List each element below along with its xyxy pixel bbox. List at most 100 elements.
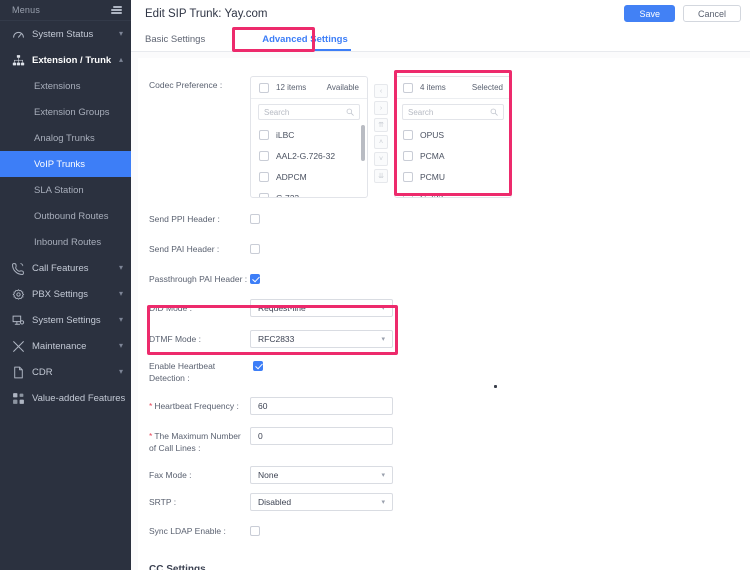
tools-icon	[11, 339, 25, 353]
codec-name: PCMU	[420, 171, 446, 182]
tab-basic-settings[interactable]: Basic Settings	[145, 34, 205, 51]
enable-heartbeat-detection-field	[253, 357, 750, 375]
codec-name: iLBC	[276, 129, 295, 140]
grid-icon	[11, 391, 25, 405]
sidebar-item-sla-station[interactable]: SLA Station	[0, 177, 131, 203]
move-up-button[interactable]: ˄	[374, 135, 388, 149]
passthrough-pai-header-checkbox[interactable]	[250, 273, 260, 284]
available-codecs-panel: 12 items Available Search iLBC AAL2-G.72…	[250, 76, 368, 198]
sidebar-item-extensions[interactable]: Extensions	[0, 73, 131, 99]
cancel-button[interactable]: Cancel	[682, 5, 741, 22]
dtmf-mode-select[interactable]: RFC2833 ▾	[250, 330, 393, 348]
list-item[interactable]: OPUS	[395, 124, 511, 145]
sidebar-item-value-added-features[interactable]: Value-added Features ▾	[0, 385, 131, 411]
codec-name: AAL2-G.726-32	[276, 150, 336, 161]
codec-name: OPUS	[420, 129, 445, 140]
settings-content: Codec Preference : 12 items Available Se…	[131, 52, 750, 570]
available-list-scrollbar[interactable]	[361, 125, 365, 161]
move-down-button[interactable]: ˅	[374, 152, 388, 166]
main-content: Edit SIP Trunk: Yay.com Save Cancel Basi…	[131, 0, 750, 570]
list-item[interactable]: iLBC	[251, 124, 367, 145]
sidebar-item-inbound-routes[interactable]: Inbound Routes	[0, 229, 131, 255]
codec-checkbox[interactable]	[403, 129, 413, 140]
send-pai-header-checkbox[interactable]	[250, 243, 260, 254]
send-ppi-header-checkbox[interactable]	[250, 213, 260, 224]
srtp-label: SRTP :	[149, 497, 177, 508]
did-mode-label: DID Mode :	[149, 303, 192, 313]
list-item[interactable]: G.723	[251, 187, 367, 197]
codec-checkbox[interactable]	[403, 192, 413, 197]
codec-checkbox[interactable]	[403, 171, 413, 182]
fax-mode-row: Fax Mode : None ▾	[138, 466, 750, 485]
sidebar-item-outbound-routes[interactable]: Outbound Routes	[0, 203, 131, 229]
codec-preference-row: Codec Preference : 12 items Available Se…	[138, 76, 750, 198]
heartbeat-frequency-row: * Heartbeat Frequency : 60	[138, 396, 750, 415]
phone-icon	[11, 261, 25, 275]
selected-codecs-panel: 4 items Selected Search OPUS PCMA PCMU	[394, 76, 512, 198]
sidebar-item-maintenance[interactable]: Maintenance ▾	[0, 333, 131, 359]
srtp-row: SRTP : Disabled ▾	[138, 493, 750, 512]
codec-checkbox[interactable]	[403, 150, 413, 161]
sidebar-item-cdr[interactable]: CDR ▾	[0, 359, 131, 385]
selected-select-all-checkbox[interactable]	[403, 82, 413, 93]
sidebar-item-call-features[interactable]: Call Features ▾	[0, 255, 131, 281]
available-select-all-checkbox[interactable]	[259, 82, 269, 93]
send-ppi-header-row: Send PPI Header :	[138, 210, 750, 228]
available-header: 12 items Available	[251, 77, 367, 99]
sync-ldap-field	[250, 522, 750, 540]
selected-codec-list[interactable]: OPUS PCMA PCMU G.722	[395, 122, 511, 197]
sidebar-item-pbx-settings[interactable]: PBX Settings ▾	[0, 281, 131, 307]
sidebar-item-system-status[interactable]: System Status ▾	[0, 21, 131, 47]
heartbeat-frequency-input[interactable]: 60	[250, 396, 393, 415]
chevron-down-icon: ▾	[381, 304, 385, 312]
list-item[interactable]: ADPCM	[251, 166, 367, 187]
sidebar-item-label: Value-added Features	[32, 392, 126, 404]
mouse-cursor	[494, 385, 497, 388]
codec-checkbox[interactable]	[259, 150, 269, 161]
available-search-input[interactable]: Search	[258, 104, 360, 120]
enable-heartbeat-detection-checkbox[interactable]	[253, 360, 263, 371]
selected-header: 4 items Selected	[395, 77, 511, 99]
save-button[interactable]: Save	[624, 5, 675, 22]
did-mode-select[interactable]: Request-line ▾	[250, 299, 393, 317]
list-item[interactable]: AAL2-G.726-32	[251, 145, 367, 166]
codec-checkbox[interactable]	[259, 192, 269, 197]
chevron-up-icon: ▴	[118, 55, 123, 64]
codec-checkbox[interactable]	[259, 171, 269, 182]
move-right-button[interactable]: ›	[374, 101, 388, 115]
list-item[interactable]: PCMA	[395, 145, 511, 166]
srtp-select[interactable]: Disabled ▾	[250, 493, 393, 512]
sidebar-item-label: Extension / Trunk	[32, 54, 112, 66]
chevron-down-icon: ▾	[118, 29, 123, 38]
send-ppi-header-field	[250, 210, 750, 228]
codec-checkbox[interactable]	[259, 129, 269, 140]
sync-ldap-checkbox[interactable]	[250, 526, 260, 537]
tab-advanced-settings[interactable]: Advanced Settings	[259, 34, 351, 51]
hamburger-icon[interactable]	[111, 6, 122, 14]
chevron-down-icon: ▾	[118, 367, 123, 376]
codec-name: G.722	[420, 193, 443, 198]
available-count: 12 items	[276, 83, 307, 92]
available-codec-list[interactable]: iLBC AAL2-G.726-32 ADPCM G.723	[251, 122, 367, 197]
sidebar-item-extension-groups[interactable]: Extension Groups	[0, 99, 131, 125]
did-mode-field: Request-line ▾	[250, 299, 750, 317]
move-bottom-button[interactable]: ⇊	[374, 169, 388, 183]
move-left-button[interactable]: ‹	[374, 84, 388, 98]
gear-icon	[11, 287, 25, 301]
monitor-gear-icon	[11, 313, 25, 327]
list-item[interactable]: PCMU	[395, 166, 511, 187]
sidebar-item-extension-trunk[interactable]: Extension / Trunk ▴	[0, 47, 131, 73]
selected-search-input[interactable]: Search	[402, 104, 504, 120]
list-item[interactable]: G.722	[395, 187, 511, 197]
transfer-buttons: ‹ › ⇈ ˄ ˅ ⇊	[368, 76, 394, 183]
move-top-button[interactable]: ⇈	[374, 118, 388, 132]
heartbeat-frequency-label: * Heartbeat Frequency :	[149, 397, 250, 412]
max-call-lines-input[interactable]: 0	[250, 426, 393, 445]
sidebar: Menus System Status ▾ Extension / Trunk …	[0, 0, 131, 570]
sidebar-item-voip-trunks[interactable]: VoIP Trunks	[0, 151, 131, 177]
codec-name: G.723	[276, 193, 299, 198]
fax-mode-select[interactable]: None ▾	[250, 466, 393, 485]
sidebar-item-analog-trunks[interactable]: Analog Trunks	[0, 125, 131, 151]
sidebar-item-system-settings[interactable]: System Settings ▾	[0, 307, 131, 333]
advanced-settings-panel: Codec Preference : 12 items Available Se…	[138, 58, 750, 570]
